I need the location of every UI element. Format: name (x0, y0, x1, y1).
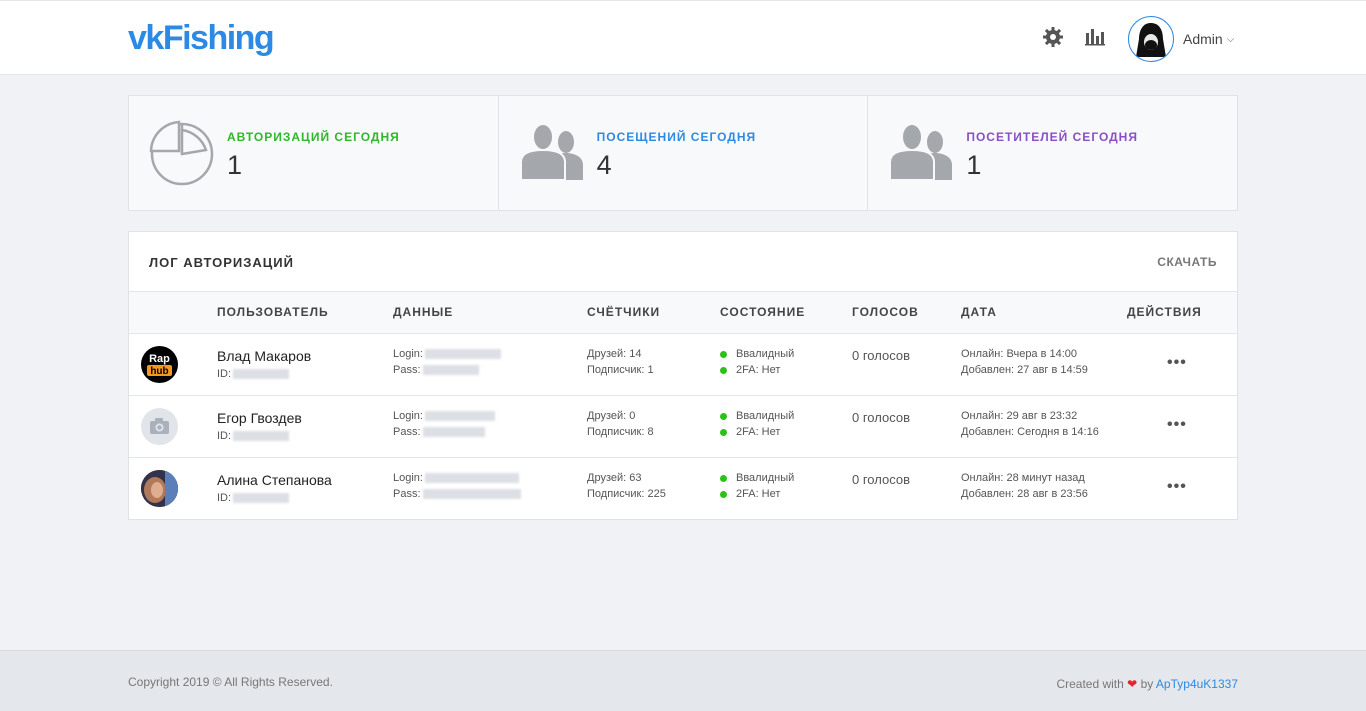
download-button[interactable]: СКАЧАТЬ (1157, 255, 1217, 269)
svg-text:hub: hub (150, 366, 168, 377)
column-header: ДЕЙСТВИЯ (1127, 305, 1202, 319)
table-header: ПОЛЬЗОВАТЕЛЬ ДАННЫЕ СЧЁТЧИКИ СОСТОЯНИЕ Г… (129, 291, 1237, 334)
user-name[interactable]: Алина Степанова (217, 472, 332, 488)
stat-authorizations: АВТОРИЗАЦИЙ СЕГОДНЯ 1 (129, 96, 499, 210)
stat-value: 4 (596, 150, 612, 180)
dates: Онлайн: Вчера в 14:00 Добавлен: 27 авг в… (961, 348, 1088, 376)
footer: Copyright 2019 © All Rights Reserved. Cr… (0, 650, 1366, 711)
avatar: Rap hub (141, 346, 178, 383)
svg-text:Rap: Rap (149, 353, 170, 365)
user-name[interactable]: Егор Гвоздев (217, 410, 302, 426)
column-header: ГОЛОСОВ (852, 305, 919, 319)
counters: Друзей: 14 Подписчик: 1 (587, 348, 654, 376)
users-icon (519, 120, 585, 186)
bar-chart-icon[interactable] (1082, 25, 1106, 49)
card-title: ЛОГ АВТОРИЗАЦИЙ (149, 255, 294, 270)
stat-value: 1 (227, 150, 243, 180)
logo[interactable]: vkFishing (128, 19, 275, 58)
author-link[interactable]: ApTyp4uK1337 (1156, 677, 1238, 691)
column-header: ДАННЫЕ (393, 305, 454, 319)
camera-icon (141, 408, 178, 445)
stat-label: ПОСЕТИТЕЛЕЙ СЕГОДНЯ (966, 130, 1138, 144)
counters: Друзей: 63 Подписчик: 225 (587, 472, 666, 500)
dates: Онлайн: 28 минут назад Добавлен: 28 авг … (961, 472, 1088, 500)
stats-panel: АВТОРИЗАЦИЙ СЕГОДНЯ 1 ПОСЕЩЕНИЙ СЕГОДНЯ … (128, 95, 1238, 211)
created-with: Created with ❤ by ApTyp4uK1337 (1056, 677, 1238, 691)
heart-icon: ❤ (1127, 677, 1138, 691)
stat-visits: ПОСЕЩЕНИЙ СЕГОДНЯ 4 (499, 96, 869, 210)
status: Ввалидный 2FA: Нет (720, 346, 794, 378)
user-id: ID: (217, 368, 290, 380)
users-icon (888, 120, 954, 186)
table-row[interactable]: Алина Степанова ID: Login: Pass: Друзей:… (129, 458, 1237, 520)
votes: 0 голосов (852, 410, 910, 425)
column-header: СЧЁТЧИКИ (587, 305, 661, 319)
table-row[interactable]: Rap hub Влад Макаров ID: Login: Pass: Др… (129, 334, 1237, 396)
user-menu[interactable]: Admin ⌵ (1128, 15, 1234, 63)
votes: 0 голосов (852, 348, 910, 363)
column-header: СОСТОЯНИЕ (720, 305, 806, 319)
stat-value: 1 (966, 150, 982, 180)
avatar (141, 470, 178, 507)
top-header: vkFishing Admin ⌵ (0, 0, 1366, 75)
credentials: Login: Pass: (393, 346, 501, 378)
more-actions-button[interactable]: ••• (1167, 416, 1187, 434)
user-id: ID: (217, 492, 290, 504)
stat-visitors: ПОСЕТИТЕЛЕЙ СЕГОДНЯ 1 (868, 96, 1237, 210)
votes: 0 голосов (852, 472, 910, 487)
chevron-down-icon[interactable]: ⌵ (1227, 34, 1235, 45)
more-actions-button[interactable]: ••• (1167, 478, 1187, 496)
table-row[interactable]: Егор Гвоздев ID: Login: Pass: Друзей: 0 … (129, 396, 1237, 458)
gear-icon[interactable] (1041, 25, 1065, 49)
status: Ввалидный 2FA: Нет (720, 408, 794, 440)
avatar (1128, 16, 1174, 62)
copyright: Copyright 2019 © All Rights Reserved. (128, 675, 333, 689)
user-name[interactable]: Влад Макаров (217, 348, 311, 364)
dates: Онлайн: 29 авг в 23:32 Добавлен: Сегодня… (961, 410, 1099, 438)
credentials: Login: Pass: (393, 408, 495, 440)
stat-label: ПОСЕЩЕНИЙ СЕГОДНЯ (596, 130, 757, 144)
column-header: ПОЛЬЗОВАТЕЛЬ (217, 305, 329, 319)
more-actions-button[interactable]: ••• (1167, 354, 1187, 372)
credentials: Login: Pass: (393, 470, 521, 502)
pie-chart-icon (149, 120, 215, 186)
stat-label: АВТОРИЗАЦИЙ СЕГОДНЯ (227, 130, 400, 144)
user-name: Admin (1183, 31, 1223, 47)
counters: Друзей: 0 Подписчик: 8 (587, 410, 654, 438)
status: Ввалидный 2FA: Нет (720, 470, 794, 502)
auth-log-card: ЛОГ АВТОРИЗАЦИЙ СКАЧАТЬ ПОЛЬЗОВАТЕЛЬ ДАН… (128, 231, 1238, 520)
user-id: ID: (217, 430, 290, 442)
column-header: ДАТА (961, 305, 997, 319)
